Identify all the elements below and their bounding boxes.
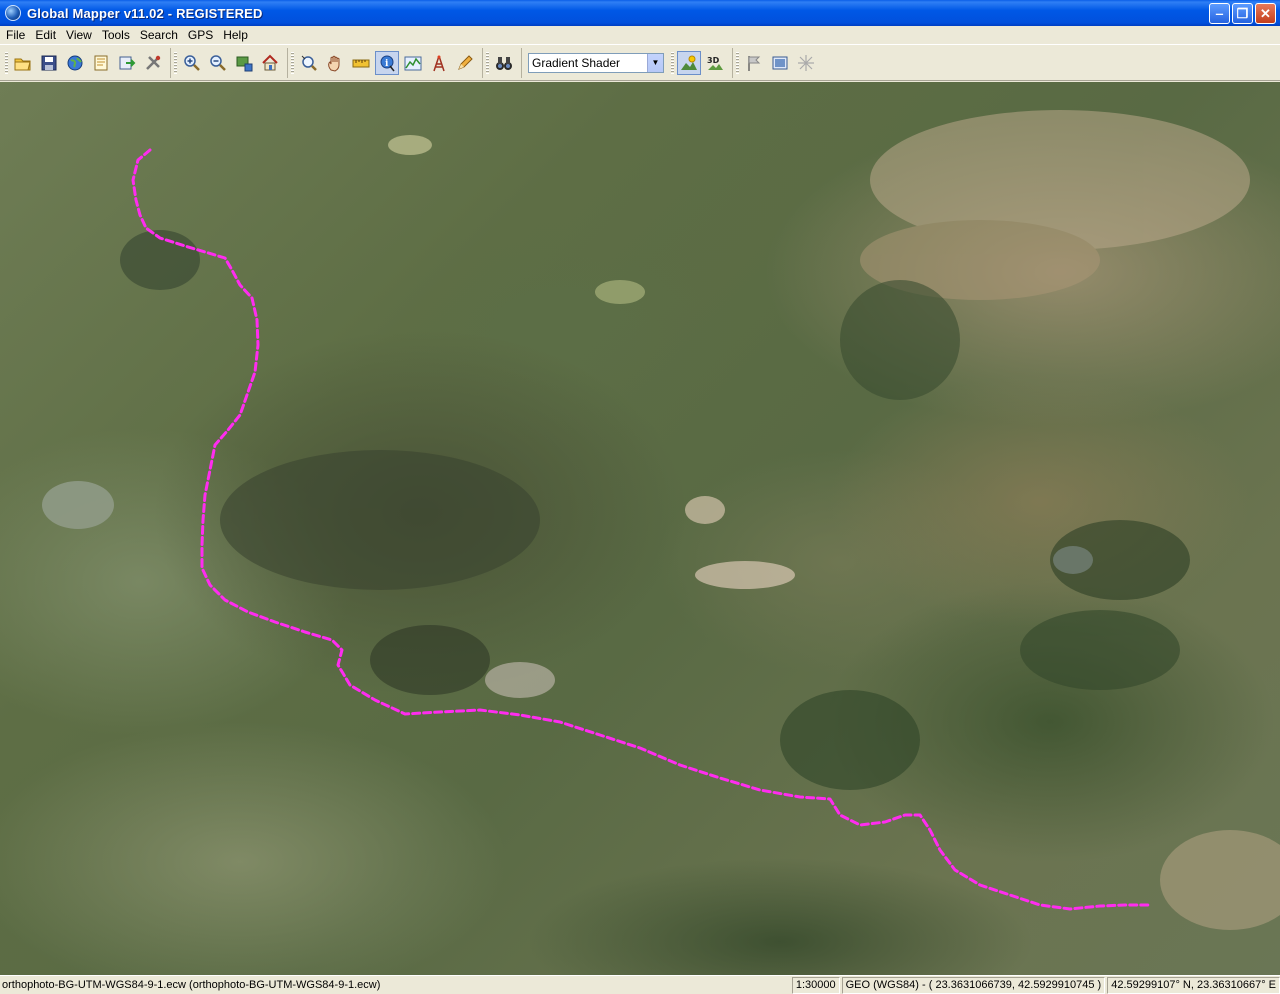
status-coordinates: 42.59299107° N, 23.36310667° E: [1107, 976, 1280, 994]
status-scale: 1:30000: [791, 976, 840, 994]
info-pointer-icon[interactable]: i: [375, 50, 399, 75]
status-bar: orthophoto-BG-UTM-WGS84-9-1.ecw (orthoph…: [0, 975, 1280, 994]
menu-file[interactable]: File: [2, 28, 31, 42]
home-icon[interactable]: [258, 51, 282, 75]
binoculars-icon[interactable]: [492, 51, 516, 75]
zoom-tool-icon[interactable]: [297, 51, 321, 75]
status-projection: GEO (WGS84) - ( 23.3631066739, 42.592991…: [841, 976, 1106, 994]
forest-patches: [120, 230, 1190, 790]
export-icon[interactable]: [115, 51, 139, 75]
3d-view-icon[interactable]: 3D: [703, 51, 727, 75]
toolbar: i Gradient Shader ▼ 3D: [0, 44, 1280, 81]
star-cursor-icon[interactable]: [794, 51, 818, 75]
image-window-icon[interactable]: [768, 51, 792, 75]
tower-icon[interactable]: [427, 51, 451, 75]
shader-select[interactable]: Gradient Shader ▼: [528, 52, 664, 73]
svg-text:i: i: [385, 59, 389, 69]
globe-icon[interactable]: [63, 51, 87, 75]
save-icon[interactable]: [37, 51, 61, 75]
shader-sun-icon[interactable]: [677, 50, 701, 75]
chevron-down-icon[interactable]: ▼: [647, 53, 663, 72]
town-area: [860, 110, 1280, 930]
toolbar-group-search: [485, 47, 522, 78]
draw-icon[interactable]: [453, 51, 477, 75]
zoom-out-icon[interactable]: [206, 51, 230, 75]
toolbar-group-file: [4, 47, 171, 78]
page-icon[interactable]: [89, 51, 113, 75]
minimize-button[interactable]: ‒: [1209, 3, 1230, 24]
menu-edit[interactable]: Edit: [31, 28, 62, 42]
maximize-button[interactable]: ❐: [1232, 3, 1253, 24]
map-view[interactable]: [0, 82, 1280, 975]
menu-gps[interactable]: GPS: [184, 28, 219, 42]
toolbar-group-misc: [735, 48, 823, 78]
menu-search[interactable]: Search: [136, 28, 184, 42]
globe-app-icon: [5, 5, 21, 21]
svg-text:3D: 3D: [707, 56, 720, 65]
menu-tools[interactable]: Tools: [98, 28, 136, 42]
toolbar-group-tools: i: [290, 47, 483, 78]
path-profile-icon[interactable]: [401, 51, 425, 75]
tools-icon[interactable]: [141, 51, 165, 75]
title-bar: Global Mapper v11.02 - REGISTERED ‒ ❐ ✕: [0, 0, 1280, 26]
window-title: Global Mapper v11.02 - REGISTERED: [27, 5, 263, 21]
zoom-in-icon[interactable]: [180, 51, 204, 75]
measure-icon[interactable]: [349, 51, 373, 75]
window-controls: ‒ ❐ ✕: [1209, 3, 1276, 24]
toolbar-group-zoom: [173, 47, 288, 78]
open-folder-icon[interactable]: [11, 51, 35, 75]
clearings: [388, 135, 795, 698]
flag-icon[interactable]: [742, 51, 766, 75]
close-button[interactable]: ✕: [1255, 3, 1276, 24]
map-overlay: [42, 110, 1280, 930]
shader-select-value: Gradient Shader: [532, 55, 621, 70]
lakes: [42, 481, 1093, 574]
menu-help[interactable]: Help: [219, 28, 254, 42]
zoom-rect-icon[interactable]: [232, 51, 256, 75]
menu-view[interactable]: View: [62, 28, 98, 42]
status-file-name: orthophoto-BG-UTM-WGS84-9-1.ecw (orthoph…: [2, 979, 381, 991]
pan-hand-icon[interactable]: [323, 51, 347, 75]
menu-bar: File Edit View Tools Search GPS Help: [0, 26, 1280, 44]
toolbar-group-shader: 3D: [670, 47, 733, 78]
